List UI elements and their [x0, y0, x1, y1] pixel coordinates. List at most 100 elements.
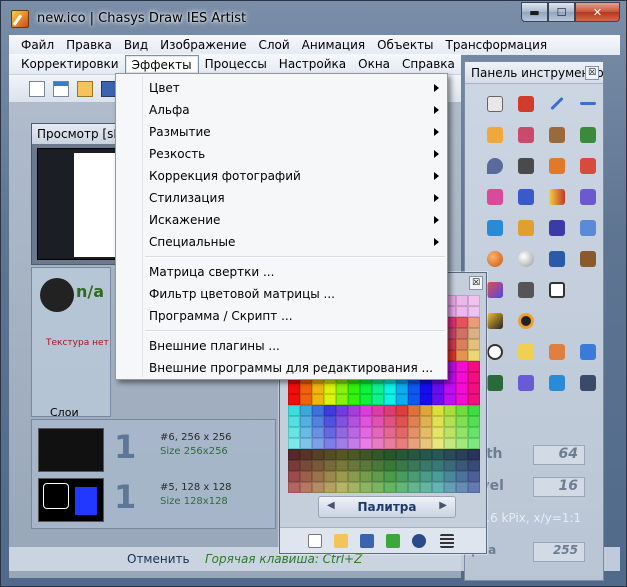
tools-panel-close-button[interactable]: ☒ [585, 66, 599, 80]
refresh-palette-icon[interactable] [412, 534, 426, 548]
palette-swatch[interactable] [468, 471, 480, 482]
palette-swatch[interactable] [312, 427, 324, 438]
palette-swatch[interactable] [432, 394, 444, 405]
palette-swatch[interactable] [408, 405, 420, 416]
alpha-value[interactable]: 255 [533, 542, 585, 562]
palette-swatch[interactable] [408, 416, 420, 427]
palette-swatch[interactable] [456, 317, 468, 328]
palette-swatch[interactable] [288, 416, 300, 427]
palette-swatch[interactable] [300, 416, 312, 427]
palette-swatch[interactable] [420, 460, 432, 471]
menu-help[interactable]: Справка [396, 55, 461, 73]
pencil-tool[interactable] [510, 88, 541, 119]
sphere-tool[interactable] [479, 243, 510, 274]
palette-swatch[interactable] [432, 383, 444, 394]
palette-swatch[interactable] [300, 471, 312, 482]
palette-swatch[interactable] [396, 416, 408, 427]
palette-swatch[interactable] [420, 471, 432, 482]
palette-swatch[interactable] [336, 471, 348, 482]
palette-swatch[interactable] [456, 449, 468, 460]
preview-canvas[interactable] [37, 148, 125, 260]
palette-swatch[interactable] [384, 383, 396, 394]
palette-swatch[interactable] [444, 460, 456, 471]
palette-swatch[interactable] [312, 383, 324, 394]
palette-swatch[interactable] [324, 482, 336, 493]
palette-swatch[interactable] [324, 427, 336, 438]
menu-file[interactable]: Файл [15, 36, 60, 54]
brush-tool[interactable] [479, 119, 510, 150]
palette-swatch[interactable] [312, 449, 324, 460]
fx-brush-tool[interactable] [510, 119, 541, 150]
palette-swatch[interactable] [456, 361, 468, 372]
menu-settings[interactable]: Настройка [273, 55, 352, 73]
palette-swatch[interactable] [384, 438, 396, 449]
crop-tool[interactable] [541, 274, 572, 305]
palette-swatch[interactable] [432, 438, 444, 449]
palette-swatch[interactable] [432, 416, 444, 427]
palette-swatch[interactable] [312, 438, 324, 449]
palette-swatch[interactable] [336, 427, 348, 438]
palette-swatch[interactable] [456, 306, 468, 317]
palette-swatch[interactable] [456, 328, 468, 339]
palette-swatch[interactable] [312, 416, 324, 427]
palette-swatch[interactable] [456, 295, 468, 306]
mask-tool[interactable] [572, 367, 603, 398]
palette-swatch[interactable] [396, 405, 408, 416]
palette-swatch[interactable] [456, 339, 468, 350]
palette-swatch[interactable] [360, 427, 372, 438]
palette-swatch[interactable] [300, 394, 312, 405]
palette-swatch[interactable] [312, 405, 324, 416]
palette-swatch[interactable] [372, 416, 384, 427]
palette-swatch[interactable] [468, 394, 480, 405]
palette-swatch[interactable] [420, 416, 432, 427]
list-item[interactable]: 1 #6, 256 x 256 Size 256x256 [38, 424, 268, 472]
new-palette-icon[interactable] [308, 534, 322, 548]
palette-swatch[interactable] [372, 482, 384, 493]
palette-swatch[interactable] [444, 438, 456, 449]
palette-next-icon[interactable]: ▶ [439, 500, 447, 511]
palette-swatch[interactable] [468, 460, 480, 471]
menu-item-alpha[interactable]: Альфа [116, 99, 447, 121]
palette-swatch[interactable] [336, 482, 348, 493]
palette-close-button[interactable]: ☒ [469, 276, 483, 290]
minimize-button[interactable]: ▬ [521, 2, 548, 22]
menu-item-external-editors[interactable]: Внешние программы для редактирования ... [116, 357, 447, 379]
blur-tool[interactable] [541, 243, 572, 274]
palette-swatch[interactable] [360, 405, 372, 416]
save-palette-icon[interactable] [360, 534, 374, 548]
menu-item-color-matrix-filter[interactable]: Фильтр цветовой матрицы ... [116, 283, 447, 305]
layer-thumbnail[interactable] [40, 278, 74, 312]
smudge-tool[interactable] [541, 119, 572, 150]
menu-windows[interactable]: Окна [352, 55, 396, 73]
shape-tool[interactable] [541, 367, 572, 398]
palette-swatch[interactable] [396, 438, 408, 449]
ring-tool[interactable] [510, 305, 541, 336]
gradient-tool[interactable] [541, 181, 572, 212]
palette-swatch[interactable] [288, 449, 300, 460]
palette-swatch[interactable] [444, 405, 456, 416]
app-logo-icon[interactable] [11, 10, 29, 28]
palette-swatch[interactable] [468, 383, 480, 394]
palette-swatch[interactable] [360, 438, 372, 449]
close-button[interactable]: ✕ [575, 2, 620, 22]
menu-view[interactable]: Вид [118, 36, 154, 54]
palette-swatch[interactable] [288, 482, 300, 493]
brush-level-value[interactable]: 16 [533, 477, 585, 497]
palette-swatch[interactable] [348, 405, 360, 416]
palette-swatch[interactable] [300, 438, 312, 449]
palette-swatch[interactable] [348, 449, 360, 460]
palette-swatch[interactable] [420, 427, 432, 438]
menu-objects[interactable]: Объекты [371, 36, 439, 54]
palette-swatch[interactable] [324, 416, 336, 427]
palette-swatch[interactable] [456, 405, 468, 416]
palette-swatch[interactable] [396, 449, 408, 460]
text-tool[interactable] [510, 367, 541, 398]
hand-tool[interactable] [479, 88, 510, 119]
palette-swatch[interactable] [324, 383, 336, 394]
palette-swatch[interactable] [468, 427, 480, 438]
palette-swatch[interactable] [456, 427, 468, 438]
eraser-tool[interactable] [479, 181, 510, 212]
palette-swatch[interactable] [372, 438, 384, 449]
palette-swatch[interactable] [348, 416, 360, 427]
palette-swatch[interactable] [348, 427, 360, 438]
